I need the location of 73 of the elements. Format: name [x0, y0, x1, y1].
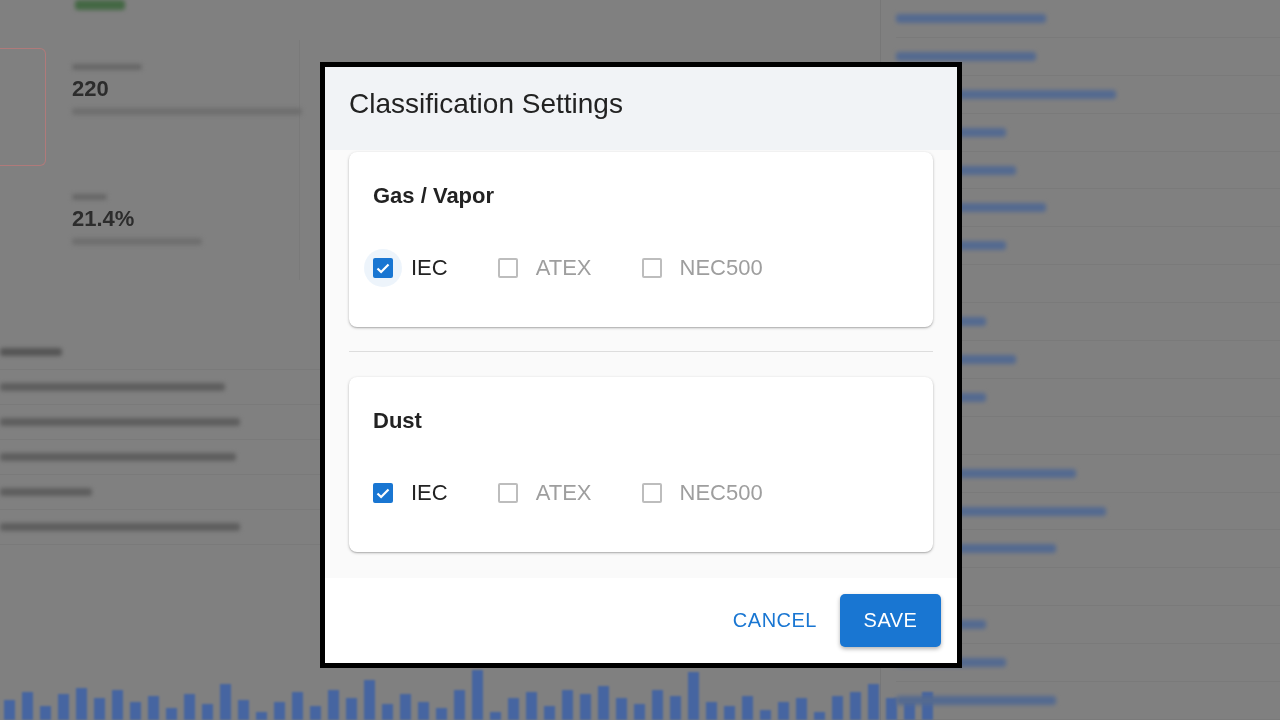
chart-bar [112, 690, 123, 720]
chart-bar [292, 692, 303, 720]
chart-bar [832, 696, 843, 720]
save-button[interactable]: SAVE [840, 594, 941, 647]
dialog-title: Classification Settings [349, 87, 623, 121]
chart-bar [202, 704, 213, 720]
chart-bar [760, 710, 771, 720]
section-title: Dust [373, 408, 423, 434]
chart-bar [616, 698, 627, 720]
chart-bar [346, 698, 357, 720]
chart-bar [148, 696, 159, 720]
chart-bar [850, 692, 861, 720]
chart-bar [364, 680, 375, 720]
chart-bar [742, 696, 753, 720]
chart-bar [418, 702, 429, 720]
chart-bar [544, 706, 555, 720]
checkbox[interactable] [373, 258, 393, 278]
chart-bar [472, 670, 483, 720]
chart-bar [796, 698, 807, 720]
checkbox-label: IEC [411, 255, 448, 281]
chart-bar [634, 704, 645, 720]
chart-bar [904, 702, 915, 720]
chart-bar [724, 706, 735, 720]
chart-bar [274, 702, 285, 720]
chart-bar [778, 702, 789, 720]
chart-bar [688, 672, 699, 720]
chart-bar [490, 712, 501, 720]
blurred-text [0, 348, 62, 356]
chart-bar [76, 688, 87, 720]
checkbox[interactable] [373, 483, 393, 503]
chart-bar [256, 712, 267, 720]
chart-bar [868, 684, 879, 720]
checkbox-label: ATEX [535, 255, 592, 281]
chart-bar [670, 696, 681, 720]
chart-bar [922, 692, 933, 720]
chart-bar [454, 690, 465, 720]
chart-bar [4, 700, 15, 720]
checkbox[interactable] [641, 258, 662, 278]
checkbox-label: NEC500 [679, 255, 763, 281]
checkbox[interactable] [641, 483, 662, 503]
checkbox-label: NEC500 [679, 480, 763, 506]
chart-bar [94, 698, 105, 720]
chart-bar [130, 702, 141, 720]
chart-bar [220, 684, 231, 720]
chart-bar [400, 694, 411, 720]
cancel-button[interactable]: CANCEL [732, 597, 817, 644]
chart-bar [184, 694, 195, 720]
chart-bar [526, 692, 537, 720]
stat-value: 21.4% [72, 206, 136, 232]
chart-bar [706, 702, 717, 720]
chart-bar [58, 694, 69, 720]
checkbox[interactable] [497, 258, 518, 278]
chart-bar [40, 706, 51, 720]
chart-bar [238, 700, 249, 720]
blurred-text [75, 0, 125, 10]
chart-bar [598, 686, 609, 720]
chart-bar [328, 690, 339, 720]
chart-bar [652, 690, 663, 720]
checkbox[interactable] [497, 483, 518, 503]
checkbox-label: ATEX [535, 480, 592, 506]
chart-bar [310, 706, 321, 720]
chart-bar [814, 712, 825, 720]
chart-bar [436, 708, 447, 720]
chart-bar [166, 708, 177, 720]
chart-bar [508, 698, 519, 720]
stat-value: 220 [72, 76, 110, 102]
chart-bar [22, 692, 33, 720]
chart-bar [382, 704, 393, 720]
chart-bar [886, 698, 897, 720]
section-title: Gas / Vapor [373, 183, 496, 209]
chart-bar [562, 690, 573, 720]
chart-bar [580, 694, 591, 720]
checkbox-label: IEC [411, 480, 448, 506]
